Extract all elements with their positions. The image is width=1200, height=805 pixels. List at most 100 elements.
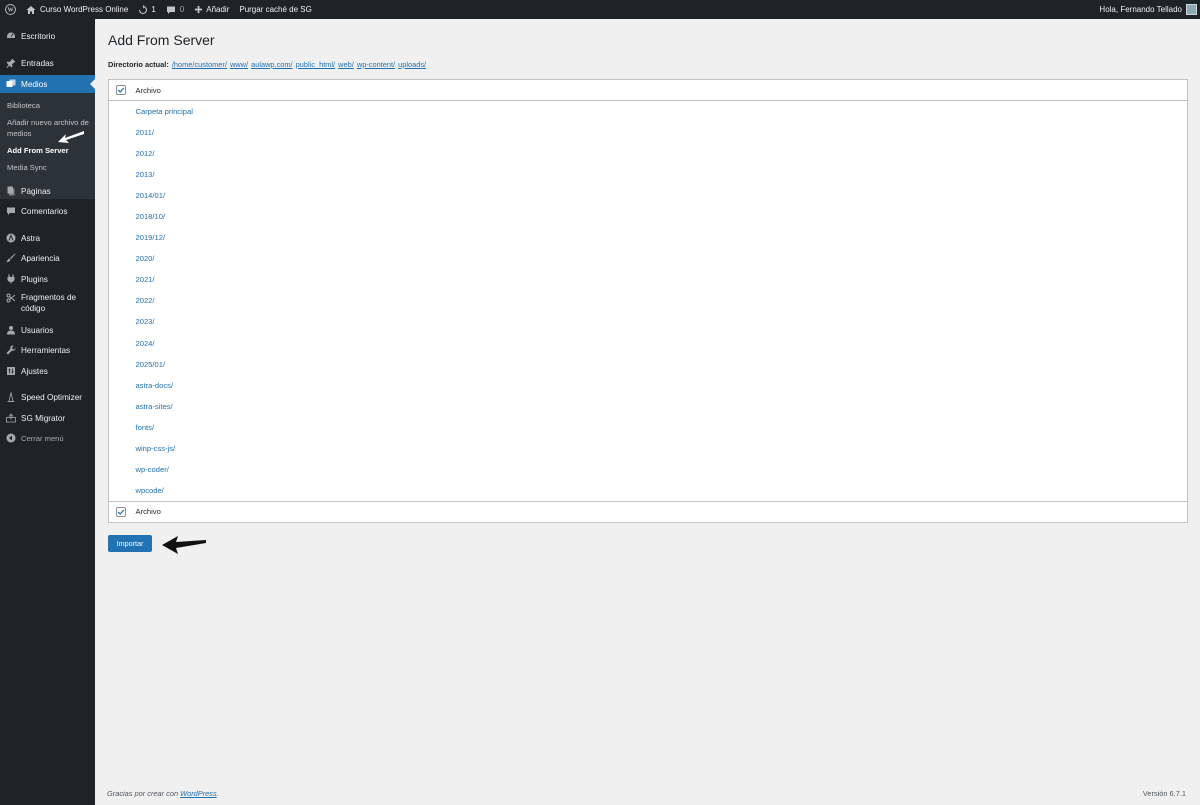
footer-wordpress-link[interactable]: WordPress xyxy=(180,789,217,798)
folder-link[interactable]: 2019/12/ xyxy=(136,233,166,242)
folder-link[interactable]: 2020/ xyxy=(136,254,155,263)
sidebar-item-entradas[interactable]: Entradas xyxy=(0,56,95,70)
sidebar-item-apariencia[interactable]: Apariencia xyxy=(0,251,95,265)
sidebar-item-herramientas[interactable]: Herramientas xyxy=(0,343,95,357)
path-segment[interactable]: uploads/ xyxy=(398,60,426,69)
row-spacer xyxy=(109,143,136,164)
row-spacer xyxy=(109,396,136,417)
sidebar-item-usuarios[interactable]: Usuarios xyxy=(0,323,95,337)
settings-icon xyxy=(5,366,16,377)
table-row: winp-css-js/ xyxy=(109,438,1188,459)
row-cell: 2025/01/ xyxy=(136,354,1188,375)
select-all-checkbox-footer[interactable] xyxy=(116,506,126,517)
row-spacer xyxy=(109,248,136,269)
folder-link[interactable]: 2018/10/ xyxy=(136,212,166,221)
table-row: 2018/10/ xyxy=(109,206,1188,227)
folder-link[interactable]: 2021/ xyxy=(136,275,155,284)
submenu-item-biblioteca[interactable]: Biblioteca xyxy=(7,101,92,112)
table-row: astra-sites/ xyxy=(109,396,1188,417)
updates-count: 1 xyxy=(151,5,156,14)
sidebar-item-label: Plugins xyxy=(21,274,48,284)
folder-link[interactable]: astra-docs/ xyxy=(136,381,174,390)
wrench-icon xyxy=(5,345,16,356)
row-cell: astra-docs/ xyxy=(136,375,1188,396)
sidebar-item-label: Usuarios xyxy=(21,325,54,335)
folder-link[interactable]: 2012/ xyxy=(136,149,155,158)
column-footer-archivo: Archivo xyxy=(135,500,1188,523)
check-icon xyxy=(117,87,125,93)
sidebar-item-label: SG Migrator xyxy=(21,413,66,423)
file-rows: Carpeta principal 2011/2012/2013/2014/01/… xyxy=(109,101,1188,502)
folder-link[interactable]: wp-coder/ xyxy=(136,465,169,474)
sidebar-item-sg-migrator[interactable]: SG Migrator xyxy=(0,411,95,425)
sidebar-item-ajustes[interactable]: Ajustes xyxy=(0,364,95,378)
new-content-link[interactable]: Añadir xyxy=(189,0,234,19)
my-account-link[interactable]: Hola, Fernando Tellado xyxy=(1094,0,1200,19)
row-cell: 2020/ xyxy=(136,248,1188,269)
row-spacer xyxy=(109,311,136,332)
table-row: 2024/ xyxy=(109,333,1188,354)
breadcrumb: Directorio actual: /home/customer/ www/ … xyxy=(108,60,426,69)
site-name: Curso WordPress Online xyxy=(40,5,129,14)
path-segment[interactable]: web/ xyxy=(338,60,354,69)
folder-link[interactable]: Carpeta principal xyxy=(136,107,193,116)
path-segment[interactable]: www/ xyxy=(230,60,248,69)
folder-link[interactable]: 2025/01/ xyxy=(136,360,166,369)
brush-icon xyxy=(5,253,16,264)
row-cell: wp-coder/ xyxy=(136,459,1188,480)
comment-bubble-icon xyxy=(166,6,175,14)
row-spacer xyxy=(109,459,136,480)
sidebar-item-astra[interactable]: Astra xyxy=(0,231,95,245)
folder-link[interactable]: fonts/ xyxy=(136,423,155,432)
svg-text:W: W xyxy=(7,8,13,14)
table-row: 2021/ xyxy=(109,269,1188,290)
folder-link[interactable]: winp-css-js/ xyxy=(136,444,176,453)
sidebar-item-speed-optimizer[interactable]: Speed Optimizer xyxy=(0,390,95,404)
collapse-menu-button[interactable]: Cerrar menú xyxy=(0,431,95,445)
path-segment[interactable]: /home/customer/ xyxy=(172,60,227,69)
comments-link[interactable]: 0 xyxy=(161,0,189,19)
sidebar-item-label: Comentarios xyxy=(21,206,68,216)
sidebar-item-medios[interactable]: Medios xyxy=(0,75,95,93)
folder-link[interactable]: 2011/ xyxy=(136,128,154,137)
submenu-item-add-from-server[interactable]: Add From Server xyxy=(7,146,92,157)
sidebar-item-escritorio[interactable]: Escritorio xyxy=(0,29,95,43)
import-button[interactable]: Importar xyxy=(108,535,152,552)
select-all-checkbox[interactable] xyxy=(116,85,126,95)
row-cell: astra-sites/ xyxy=(136,396,1188,417)
row-spacer xyxy=(109,227,136,248)
purge-cache-link[interactable]: Purgar caché de SG xyxy=(234,0,316,19)
sidebar-item-paginas[interactable]: Páginas xyxy=(0,184,95,198)
row-spacer xyxy=(109,480,136,501)
folder-link[interactable]: astra-sites/ xyxy=(136,402,173,411)
folder-link[interactable]: 2024/ xyxy=(136,339,155,348)
sidebar-item-fragmentos[interactable]: Fragmentos de código xyxy=(0,292,95,316)
folder-link[interactable]: 2013/ xyxy=(136,170,155,179)
folder-link[interactable]: 2014/01/ xyxy=(136,191,166,200)
folder-link[interactable]: 2022/ xyxy=(136,296,155,305)
row-cell: 2023/ xyxy=(136,311,1188,332)
row-cell: 2012/ xyxy=(136,143,1188,164)
table-row: wp-coder/ xyxy=(109,459,1188,480)
folder-link[interactable]: 2023/ xyxy=(136,317,155,326)
row-cell: fonts/ xyxy=(136,417,1188,438)
sidebar-item-plugins[interactable]: Plugins xyxy=(0,272,95,286)
path-segment[interactable]: public_html/ xyxy=(296,60,335,69)
admin-bar: W Curso WordPress Online 1 0 Añadir Purg… xyxy=(0,0,1200,19)
wordpress-logo-icon[interactable]: W xyxy=(0,0,21,19)
submenu-item-media-sync[interactable]: Media Sync xyxy=(7,163,92,174)
row-cell: winp-css-js/ xyxy=(136,438,1188,459)
media-icon xyxy=(5,79,16,90)
folder-link[interactable]: wpcode/ xyxy=(136,486,164,495)
row-spacer xyxy=(109,185,136,206)
site-name-link[interactable]: Curso WordPress Online xyxy=(21,0,133,19)
sidebar-annotation-arrow-icon xyxy=(58,131,84,143)
path-segment[interactable]: aulawp.com/ xyxy=(251,60,293,69)
new-label: Añadir xyxy=(206,5,230,14)
updates-link[interactable]: 1 xyxy=(133,0,160,19)
sidebar-item-label: Apariencia xyxy=(21,253,60,263)
footer-thanks: Gracias por crear con WordPress. xyxy=(107,789,219,798)
greeting: Hola, Fernando Tellado xyxy=(1099,5,1182,14)
sidebar-item-comentarios[interactable]: Comentarios xyxy=(0,204,95,218)
path-segment[interactable]: wp-content/ xyxy=(357,60,395,69)
